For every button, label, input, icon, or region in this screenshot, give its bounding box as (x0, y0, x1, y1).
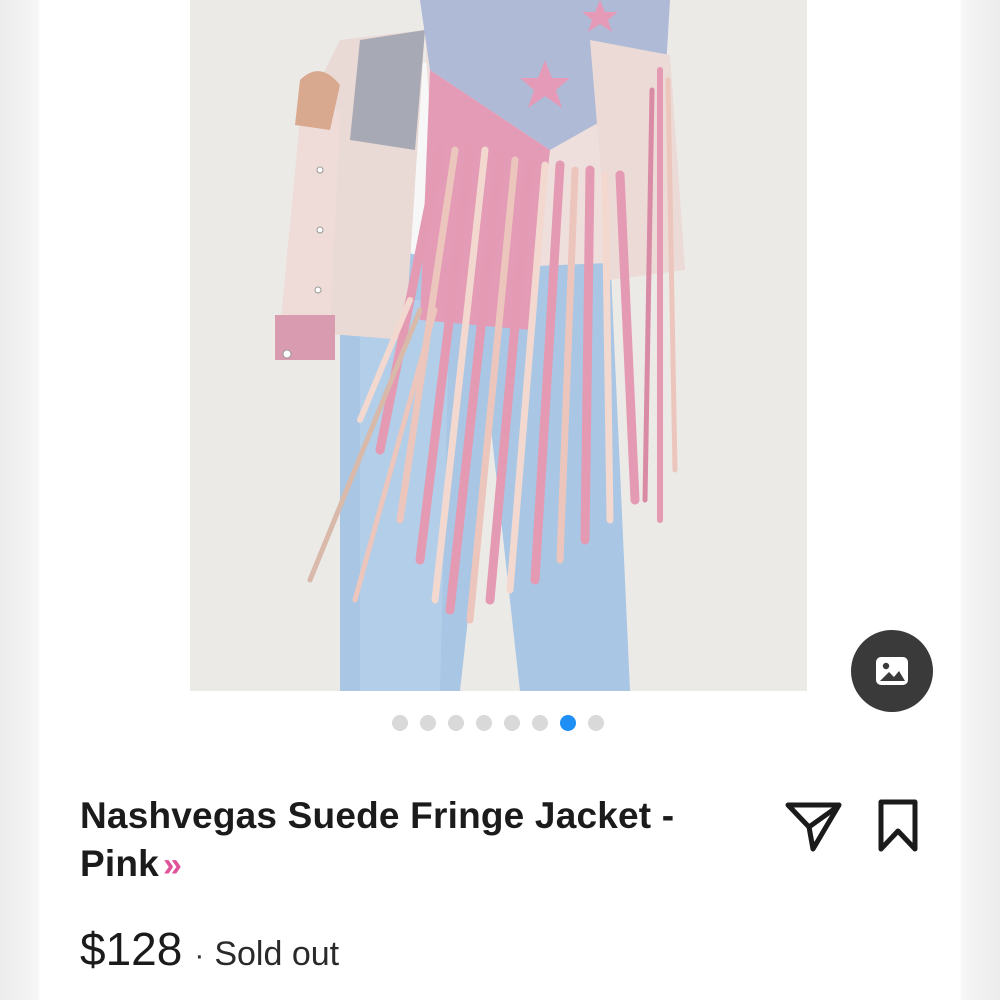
save-button[interactable] (873, 797, 923, 855)
carousel-dot[interactable] (588, 715, 604, 731)
product-title-block[interactable]: Nashvegas Suede Fringe Jacket - Pink» (80, 792, 720, 889)
carousel-dots (392, 715, 604, 731)
bookmark-icon (878, 799, 918, 852)
share-button[interactable] (783, 797, 845, 855)
stock-status: Sold out (214, 935, 340, 973)
carousel-dot[interactable] (504, 715, 520, 731)
carousel-dot[interactable] (448, 715, 464, 731)
separator-dot: · (194, 939, 205, 972)
screen: Nashvegas Suede Fringe Jacket - Pink» $1… (0, 0, 1000, 1000)
carousel-dot[interactable] (392, 715, 408, 731)
carousel-dot[interactable] (420, 715, 436, 731)
carousel-dot[interactable] (532, 715, 548, 731)
send-icon (785, 802, 842, 852)
carousel-dot-active[interactable] (560, 715, 576, 731)
product-photo[interactable] (190, 0, 807, 691)
image-icon (876, 657, 908, 685)
jacket-illustration (190, 0, 807, 691)
price: $128 (80, 923, 183, 975)
price-row: $128 · Sold out (80, 922, 339, 978)
image-view-button[interactable] (851, 630, 933, 712)
carousel-dot[interactable] (476, 715, 492, 731)
more-chevron-icon[interactable]: » (163, 846, 182, 884)
